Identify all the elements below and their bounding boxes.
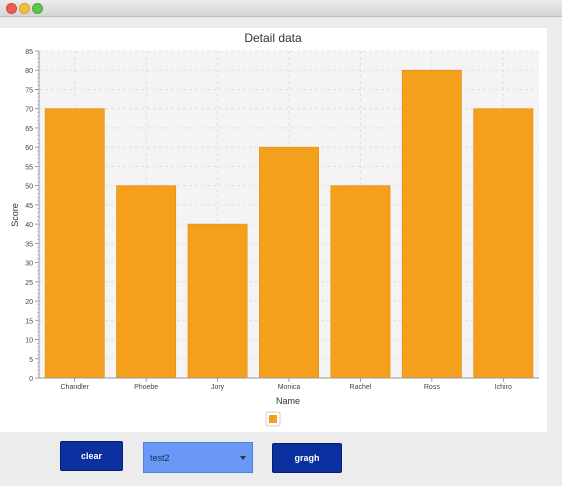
y-tick-label: 50 (25, 184, 33, 191)
chevron-down-icon (240, 456, 246, 460)
y-tick-label: 55 (25, 164, 33, 171)
x-tick-label: Ross (424, 384, 440, 391)
y-tick-label: 15 (25, 318, 33, 325)
y-tick-label: 60 (25, 145, 33, 152)
x-tick-label: Jory (211, 384, 225, 391)
y-tick-label: 80 (25, 68, 33, 75)
y-tick-label: 45 (25, 203, 33, 210)
x-tick-label: Rachel (350, 384, 372, 391)
y-tick-label: 85 (25, 49, 33, 56)
bar-phoebe (116, 185, 177, 379)
y-tick-label: 35 (25, 241, 33, 248)
y-tick-label: 0 (29, 376, 33, 383)
x-tick-label: Monica (278, 384, 301, 391)
x-axis-label: Name (276, 396, 300, 406)
bar-jory (187, 223, 248, 379)
y-tick-label: 65 (25, 126, 33, 133)
dataset-select[interactable]: test2 (143, 442, 253, 473)
window-titlebar (0, 0, 562, 17)
y-axis-label: Score (10, 203, 20, 227)
gragh-button[interactable]: gragh (272, 443, 342, 473)
bar-ichiro (473, 108, 534, 379)
y-tick-label: 70 (25, 107, 33, 114)
bar-ross (401, 69, 462, 379)
y-tick-label: 75 (25, 87, 33, 94)
minimize-window-icon[interactable] (19, 3, 30, 14)
bar-monica (259, 146, 319, 379)
y-tick-label: 40 (25, 222, 33, 229)
close-window-icon[interactable] (6, 3, 17, 14)
x-tick-label: Chandler (61, 384, 90, 391)
y-tick-label: 10 (25, 338, 33, 345)
dataset-select-value: test2 (150, 452, 170, 463)
chart-panel: Detail data Name Score 0 5 10 15 20 25 30 35 40 4… (0, 28, 547, 432)
bar-chart: Detail data Name Score 0 5 10 15 20 25 30 35 40 4… (10, 31, 539, 427)
x-tick-label: Ichiro (495, 384, 512, 391)
y-tick-label: 30 (25, 261, 33, 268)
x-tick-label: Phoebe (134, 384, 158, 391)
chart-title: Detail data (244, 31, 302, 45)
y-tick-label: 20 (25, 299, 33, 306)
legend-swatch (269, 415, 277, 423)
bar-rachel (330, 185, 391, 379)
y-tick-label: 5 (29, 357, 33, 364)
bar-chandler (44, 108, 105, 379)
y-tick-label: 25 (25, 280, 33, 287)
maximize-window-icon[interactable] (32, 3, 43, 14)
clear-button[interactable]: clear (60, 441, 123, 471)
